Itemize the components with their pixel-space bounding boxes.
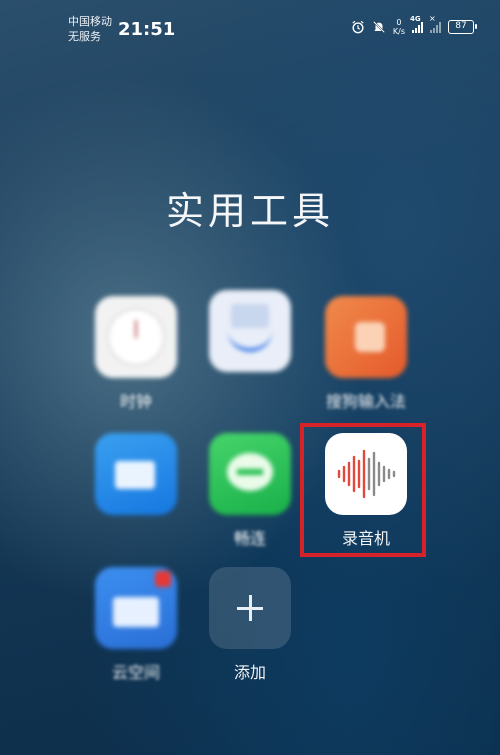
app-changlian[interactable]: 畅连 [198,433,302,548]
mute-bell-icon [372,21,385,33]
clock-icon [95,296,177,378]
status-icons: 0 K/s 4G × 87 [351,14,477,36]
network-speed: 0 K/s [393,18,405,36]
add-app-button[interactable]: 添加 [198,567,302,682]
no-signal-icon: × [429,14,441,33]
app-clock[interactable]: 时钟 [84,296,188,411]
battery-level: 87 [455,21,467,31]
carrier-info: 中国移动 无服务 [68,14,112,44]
app-label: 畅连 [233,529,266,548]
app-files[interactable]: 云空间 [84,567,188,682]
speed-unit: K/s [392,27,405,36]
service-status: 无服务 [68,30,101,43]
app-label [198,382,302,404]
cloud-icon [209,290,291,372]
highlight-box [300,423,426,557]
app-cloud[interactable] [198,290,302,404]
network-type: 4G [410,15,421,23]
add-icon [209,567,291,649]
blue-app-icon [95,433,177,515]
chat-icon [209,433,291,515]
app-label [84,525,188,547]
signal-4g-icon: 4G [410,15,423,33]
app-blue[interactable] [84,433,188,547]
orange-app-icon [325,296,407,378]
app-label: 云空间 [111,663,160,682]
app-label: 添加 [233,663,266,682]
app-input-method[interactable]: 搜狗输入法 [314,296,418,411]
folder-title: 实用工具 [165,189,334,233]
carrier-name: 中国移动 [68,15,112,28]
files-icon [95,567,177,649]
alarm-icon [352,20,364,34]
battery-icon: 87 [448,20,477,34]
status-bar: 中国移动 无服务 21:51 0 K/s 4G × 87 [0,0,500,50]
app-label: 时钟 [119,392,152,411]
status-time: 21:51 [118,19,176,40]
app-label: 搜狗输入法 [325,392,406,411]
speed-value: 0 [396,18,402,27]
